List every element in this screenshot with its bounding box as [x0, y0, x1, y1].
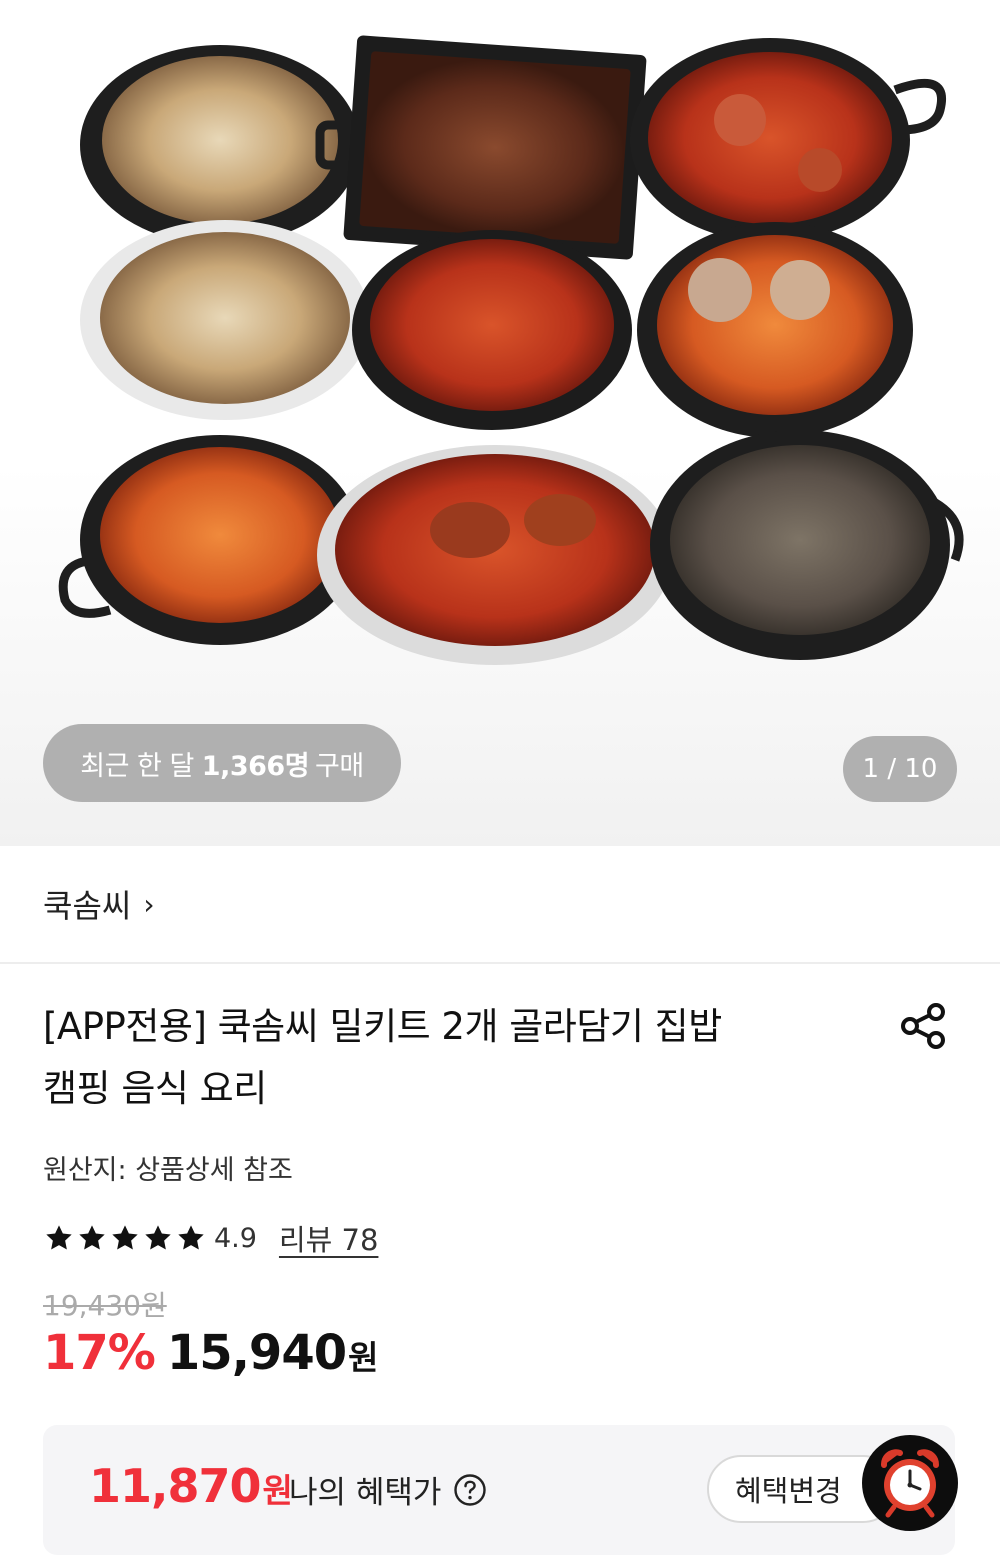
- recent-purchases-count: 1,366명: [201, 750, 310, 782]
- seller-link[interactable]: 쿡솜씨 ›: [43, 881, 155, 927]
- product-title-line1: [APP전용] 쿡솜씨 밀키트 2개 골라담기 집밥: [43, 1005, 722, 1048]
- discount-rate: 17%: [43, 1325, 156, 1381]
- product-image-gallery[interactable]: 최근 한 달 1,366명 구매 1 / 10: [0, 0, 1000, 846]
- product-title: [APP전용] 쿡솜씨 밀키트 2개 골라담기 집밥 캠핑 음식 요리: [43, 996, 843, 1120]
- question-circle-icon[interactable]: [453, 1473, 487, 1507]
- benefit-price: 11,870 원: [89, 1459, 293, 1513]
- sale-price-unit: 원: [348, 1338, 379, 1377]
- benefit-price-box: 11,870 원 나의 혜택가 혜택변경: [43, 1425, 955, 1555]
- star-icon: [112, 1225, 138, 1250]
- share-icon: [901, 1003, 945, 1049]
- star-icon: [79, 1225, 105, 1250]
- price-row: 17% 15,940 원: [43, 1325, 379, 1381]
- recent-purchases-badge: 최근 한 달 1,366명 구매: [43, 724, 401, 802]
- sale-price: 15,940: [166, 1325, 347, 1381]
- rating-value: 4.9: [214, 1222, 257, 1254]
- seller-row: 쿡솜씨 ›: [0, 846, 1000, 964]
- rating-stars: [43, 1222, 208, 1254]
- star-icon: [46, 1225, 72, 1250]
- star-icon: [145, 1225, 171, 1250]
- benefit-label: 나의 혜택가: [289, 1467, 487, 1512]
- product-image: [58, 35, 964, 665]
- star-icon: [178, 1225, 204, 1250]
- seller-name: 쿡솜씨: [43, 887, 132, 925]
- benefit-price-value: 11,870: [89, 1459, 262, 1513]
- share-button[interactable]: [898, 1000, 950, 1052]
- alarm-button[interactable]: [862, 1435, 958, 1531]
- product-title-line2: 캠핑 음식 요리: [43, 1067, 267, 1110]
- recent-purchases-suffix: 구매: [315, 750, 364, 782]
- original-price: 19,430원: [43, 1289, 167, 1322]
- benefit-label-text: 나의 혜택가: [289, 1475, 442, 1511]
- image-counter: 1 / 10: [843, 736, 957, 802]
- rating-row: 4.9 리뷰 78: [43, 1216, 378, 1260]
- review-link[interactable]: 리뷰 78: [279, 1217, 378, 1259]
- alarm-clock-icon: [881, 1449, 939, 1518]
- chevron-right-icon: ›: [143, 887, 155, 921]
- recent-purchases-prefix: 최근 한 달: [80, 750, 194, 782]
- origin-info: 원산지: 상품상세 참조: [43, 1155, 293, 1186]
